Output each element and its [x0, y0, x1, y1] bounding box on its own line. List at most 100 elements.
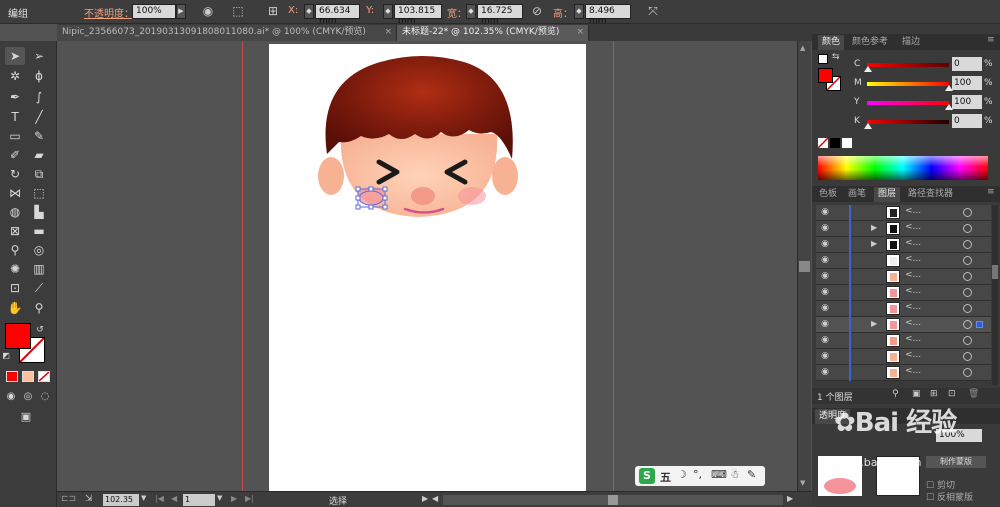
target-circle-icon[interactable] [963, 352, 972, 361]
artboard-dropdown-icon[interactable]: ▼ [217, 494, 222, 502]
color-mode-icon[interactable] [6, 371, 18, 382]
invert-mask-checkbox[interactable]: ☐ 反相蒙版 [926, 490, 973, 503]
target-circle-icon[interactable] [963, 368, 972, 377]
slice-tool-icon[interactable]: ⟋ [29, 279, 49, 297]
zoom-tool-icon[interactable]: ⚲ [29, 299, 49, 317]
y-field[interactable]: 103.815 mm [394, 4, 442, 26]
skin-icon[interactable]: ☃ [730, 468, 740, 481]
visibility-eye-icon[interactable]: ◉ [819, 207, 831, 218]
width-tool-icon[interactable]: ⋈ [5, 184, 25, 202]
black-track[interactable] [867, 120, 949, 124]
hscroll-thumb[interactable] [608, 495, 618, 505]
yellow-track[interactable] [867, 101, 949, 105]
ime-mode-label[interactable]: 五 [660, 469, 671, 485]
draw-normal-icon[interactable]: ◉ [3, 388, 19, 406]
punctuation-icon[interactable]: °, [693, 468, 702, 481]
black-swatch[interactable] [830, 138, 840, 148]
recolor-icon[interactable]: ◉ [200, 3, 216, 20]
visibility-eye-icon[interactable]: ◉ [819, 367, 831, 378]
tab-swatches[interactable]: 色板 [815, 187, 841, 202]
cyan-track[interactable] [867, 63, 949, 67]
layer-name[interactable]: <... [905, 318, 921, 328]
color-spectrum[interactable] [818, 156, 988, 180]
hscroll-left-icon[interactable]: ◀ [432, 494, 438, 503]
eraser-tool-icon[interactable]: ▰ [29, 146, 49, 164]
layers-scrollbar[interactable] [992, 205, 998, 385]
width-field[interactable]: 16.725 mm [477, 4, 523, 26]
rotate-tool-icon[interactable]: ↻ [5, 165, 25, 183]
layers-menu-icon[interactable]: ≡ [987, 187, 995, 197]
close-icon[interactable]: × [384, 25, 392, 40]
lasso-tool-icon[interactable]: ϕ [29, 67, 49, 85]
scroll-down-icon[interactable]: ▼ [800, 479, 805, 487]
layer-name[interactable]: <... [905, 222, 921, 232]
tools-icon[interactable]: ✎ [747, 468, 756, 481]
status-menu-icon[interactable]: ▶ [422, 494, 428, 503]
target-circle-icon[interactable] [963, 304, 972, 313]
expand-arrow-icon[interactable]: ▶ [871, 223, 877, 232]
target-circle-icon[interactable] [963, 240, 972, 249]
canvas[interactable]: S 五 ☽ °, ⌨ ☃ ✎ [57, 41, 797, 491]
height-field[interactable]: 8.496 mm [585, 4, 631, 26]
scroll-thumb[interactable] [799, 261, 810, 272]
close-icon[interactable]: × [576, 25, 584, 40]
scale-tool-icon[interactable]: ⧉ [29, 165, 49, 183]
screen-mode-icon[interactable]: ▣ [16, 408, 36, 426]
artboard-field[interactable]: 1 [183, 494, 215, 506]
share-icon[interactable]: ⇲ [85, 494, 93, 504]
white-swatch[interactable] [842, 138, 852, 148]
visibility-eye-icon[interactable]: ◉ [819, 303, 831, 314]
vertical-scrollbar[interactable]: ▲ ▼ [797, 41, 811, 491]
rectangle-tool-icon[interactable]: ▭ [5, 127, 25, 145]
expand-arrow-icon[interactable]: ▶ [871, 319, 877, 328]
perspective-grid-tool-icon[interactable]: ▙ [29, 203, 49, 221]
layer-row[interactable]: ◉ <... [816, 285, 991, 301]
last-artboard-icon[interactable]: ▶| [245, 494, 254, 503]
artboard-nav-icon[interactable]: ⊏⊐ [61, 494, 76, 504]
eyedropper-tool-icon[interactable]: ⚲ [5, 241, 25, 259]
yellow-slider[interactable]: Y 100 % [812, 95, 1000, 113]
layer-row[interactable]: ◉ <... [816, 301, 991, 317]
target-circle-icon[interactable] [963, 224, 972, 233]
transform-icon[interactable]: ⤧ [645, 3, 661, 20]
magenta-field[interactable]: 100 [952, 76, 982, 90]
artboard-tool-icon[interactable]: ⊡ [5, 279, 25, 297]
align-icon[interactable]: ⬚ [230, 3, 246, 20]
black-slider[interactable]: K 0 % [812, 114, 1000, 132]
cyan-slider[interactable]: C 0 % [812, 57, 1000, 75]
new-sublayer-icon[interactable]: ⊞ [930, 389, 938, 399]
target-circle-icon[interactable] [963, 272, 972, 281]
visibility-eye-icon[interactable]: ◉ [819, 271, 831, 282]
visibility-eye-icon[interactable]: ◉ [819, 335, 831, 346]
target-circle-icon[interactable] [963, 320, 972, 329]
visibility-eye-icon[interactable]: ◉ [819, 351, 831, 362]
magenta-slider[interactable]: M 100 % [812, 76, 1000, 94]
none-swatch[interactable] [818, 138, 828, 148]
layer-row[interactable]: ◉ <... [816, 349, 991, 365]
draw-inside-icon[interactable]: ◌ [37, 388, 53, 406]
column-graph-tool-icon[interactable]: ▥ [29, 260, 49, 278]
layer-name[interactable]: <... [905, 366, 921, 376]
tab-document-2[interactable]: 未标题-22* @ 102.35% (CMYK/预览) × [397, 25, 589, 41]
target-circle-icon[interactable] [963, 256, 972, 265]
prev-artboard-icon[interactable]: ◀ [171, 494, 177, 503]
cyan-thumb[interactable] [864, 66, 872, 72]
layer-name[interactable]: <... [905, 302, 921, 312]
target-circle-icon[interactable] [963, 208, 972, 217]
expand-arrow-icon[interactable]: ▶ [871, 239, 877, 248]
tab-layers[interactable]: 图层 [874, 187, 901, 202]
opacity-dropdown-icon[interactable]: ▶ [176, 4, 186, 19]
visibility-eye-icon[interactable]: ◉ [819, 255, 831, 266]
tab-color[interactable]: 颜色 [818, 35, 845, 50]
link-proportions-icon[interactable]: ⊘ [529, 3, 545, 20]
layer-row[interactable]: ◉ <... [816, 269, 991, 285]
half-width-icon[interactable]: ☽ [677, 468, 687, 481]
layer-name[interactable]: <... [905, 286, 921, 296]
layer-name[interactable]: <... [905, 334, 921, 344]
black-thumb[interactable] [864, 123, 872, 129]
symbol-sprayer-tool-icon[interactable]: ✺ [5, 260, 25, 278]
target-circle-icon[interactable] [963, 288, 972, 297]
width-stepper[interactable]: ◆ [466, 4, 476, 19]
layer-row[interactable]: ◉ <... [816, 333, 991, 349]
next-artboard-icon[interactable]: ▶ [231, 494, 237, 503]
